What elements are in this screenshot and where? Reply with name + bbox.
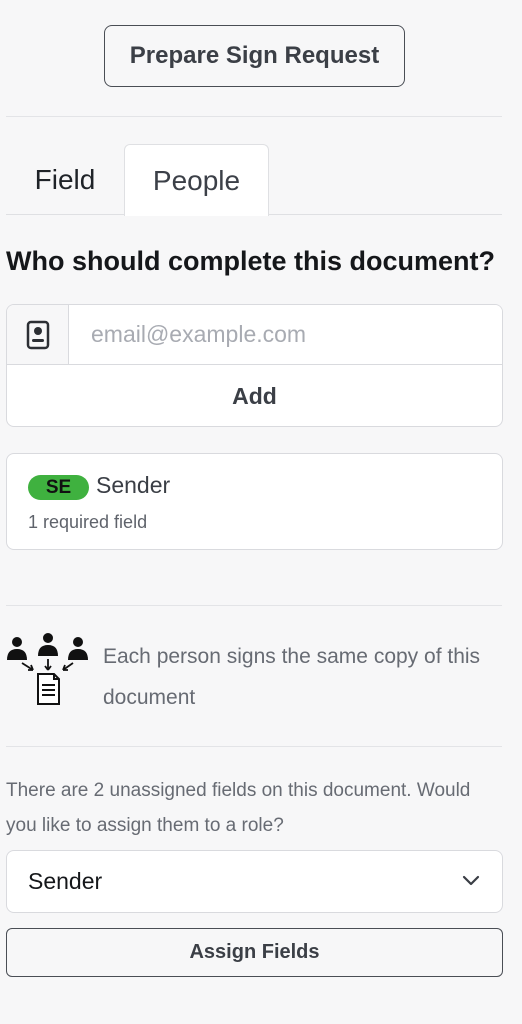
chevron-down-icon	[462, 875, 480, 886]
contact-book-button[interactable]	[7, 305, 69, 364]
email-input[interactable]	[69, 305, 502, 364]
tab-people[interactable]: People	[124, 144, 269, 216]
tab-bar: Field People	[6, 144, 502, 216]
add-recipient-button[interactable]: Add	[7, 365, 502, 426]
recipient-card[interactable]: SE Sender 1 required field	[6, 453, 503, 550]
recipient-name: Sender	[96, 472, 171, 498]
prepare-sign-request-button[interactable]: Prepare Sign Request	[104, 25, 405, 87]
divider	[6, 116, 502, 117]
recipient-required-fields: 1 required field	[28, 512, 148, 532]
add-recipient-form: Add	[6, 304, 503, 427]
role-select[interactable]: Sender	[6, 850, 503, 913]
people-document-icon	[7, 633, 88, 705]
tab-field[interactable]: Field	[6, 144, 124, 215]
divider	[6, 605, 502, 606]
signing-mode-info: Each person signs the same copy of this …	[6, 630, 502, 720]
sign-request-panel: Prepare Sign Request Field People Who sh…	[0, 0, 522, 1024]
assign-fields-button[interactable]: Assign Fields	[6, 928, 503, 977]
panel-heading: Who should complete this document?	[6, 246, 495, 276]
unassigned-fields-message: There are 2 unassigned fields on this do…	[6, 780, 471, 836]
divider	[6, 746, 502, 747]
signing-mode-text: Each person signs the same copy of this …	[103, 645, 481, 709]
role-select-value: Sender	[28, 868, 103, 894]
role-badge: SE	[28, 475, 89, 500]
contact-book-icon	[26, 320, 49, 349]
